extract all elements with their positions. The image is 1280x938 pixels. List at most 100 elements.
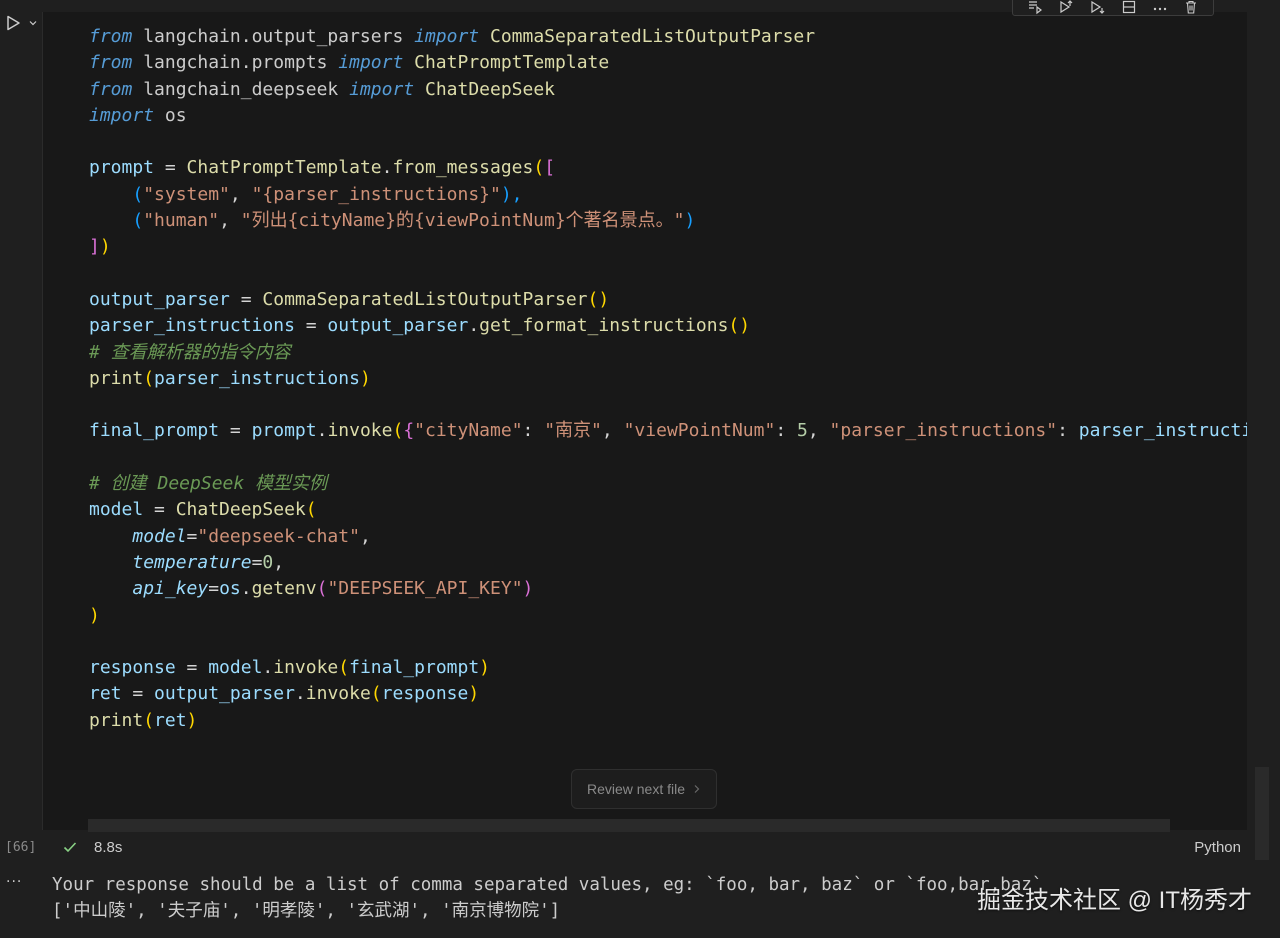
function-name: get_format_instructions [479, 315, 729, 337]
code-line: ]) [89, 234, 1247, 260]
code-line: ("system", "{parser_instructions}"), [89, 182, 1247, 208]
code-line: from langchain.prompts import ChatPrompt… [89, 50, 1247, 76]
bracket: ) [684, 210, 696, 232]
operator: = [175, 657, 209, 679]
variable: ret [154, 709, 187, 731]
code-line: ret = output_parser.invoke(response) [89, 681, 1247, 707]
language-selector[interactable]: Python [1194, 839, 1241, 856]
module-name: os [154, 104, 187, 126]
chevron-down-icon[interactable] [28, 18, 38, 28]
bracket: [ [544, 157, 556, 179]
cell-status-bar: [66] 8.8s Python [0, 834, 1280, 860]
punctuation: : [775, 420, 797, 442]
punctuation: , [273, 551, 285, 573]
string: "cityName" [414, 420, 523, 442]
variable: output_parser [89, 288, 230, 310]
keyword: from [89, 26, 133, 47]
output-actions-icon[interactable]: ··· [6, 874, 22, 890]
bracket: ( [132, 210, 144, 232]
variable: parser_instructions [89, 315, 295, 337]
bracket: ( [316, 578, 328, 600]
string: "deepseek-chat" [197, 525, 360, 547]
bracket: ), [500, 183, 523, 205]
code-line: # 查看解析器的指令内容 [89, 340, 1247, 366]
operator: . [316, 420, 328, 442]
operator: . [294, 683, 306, 705]
bracket: { [403, 420, 415, 442]
bracket: ( [370, 683, 382, 705]
chevron-right-icon [694, 785, 700, 793]
bracket: ( [143, 709, 155, 731]
module-name: langchain.prompts [132, 52, 339, 74]
punctuation: , [229, 183, 252, 205]
code-line: model = ChatDeepSeek( [89, 497, 1247, 523]
parameter: temperature [132, 551, 252, 573]
operator: = [143, 499, 176, 521]
cell-toolbar [1012, 0, 1214, 16]
number: 0 [262, 551, 274, 573]
code-line: ("human", "列出{cityName}的{viewPointNum}个著… [89, 208, 1247, 234]
variable: final_prompt [89, 420, 220, 442]
bracket: ( [392, 420, 404, 442]
execute-above-icon[interactable] [1056, 0, 1076, 15]
output-line: ['中山陵', '夫子庙', '明孝陵', '玄武湖', '南京博物院'] [52, 901, 561, 921]
code-line: prompt = ChatPromptTemplate.from_message… [89, 155, 1247, 181]
code-line: import os [89, 103, 1247, 129]
delete-icon[interactable] [1181, 0, 1201, 15]
execute-below-icon[interactable] [1087, 0, 1107, 15]
code-line: temperature=0, [89, 550, 1247, 576]
string: "viewPointNum" [623, 420, 776, 442]
horizontal-scrollbar[interactable] [88, 819, 1170, 832]
operator: = [121, 683, 155, 705]
code-line: response = model.invoke(final_prompt) [89, 655, 1247, 681]
operator: = [186, 525, 198, 547]
function-name: invoke [327, 420, 393, 442]
function-name: print [89, 367, 144, 389]
bracket: () [728, 315, 751, 337]
function-name: invoke [273, 657, 339, 679]
parameter: model [132, 525, 187, 547]
parameter: api_key [132, 578, 209, 600]
variable: model [208, 657, 263, 679]
run-cell-icon[interactable] [4, 14, 22, 32]
bracket: ) [99, 236, 111, 258]
run-by-line-icon[interactable] [1025, 0, 1045, 15]
variable: output_parser [154, 683, 295, 705]
variable: output_parser [327, 315, 469, 337]
code-line: final_prompt = prompt.invoke({"cityName"… [89, 418, 1247, 444]
output-text: Your response should be a list of comma … [52, 872, 1042, 924]
keyword: import [338, 52, 404, 74]
code-line: print(ret) [89, 708, 1247, 734]
code-line: parser_instructions = output_parser.get_… [89, 313, 1247, 339]
review-next-file-label: Review next file [586, 781, 686, 797]
class-name: ChatDeepSeek [175, 499, 306, 521]
code-content[interactable]: from langchain.output_parsers import Com… [89, 24, 1247, 734]
string: "南京" [544, 420, 602, 442]
variable: prompt [89, 157, 155, 179]
bracket: ) [522, 578, 534, 600]
function-name: from_messages [392, 157, 534, 179]
bracket: ] [89, 236, 100, 258]
operator: . [262, 657, 274, 679]
variable: parser_instructions [1078, 420, 1247, 442]
function-name: getenv [251, 578, 317, 600]
code-line: ) [89, 603, 1247, 629]
variable: model [89, 499, 144, 521]
output-line: Your response should be a list of comma … [52, 875, 1043, 895]
bracket: ( [305, 499, 317, 521]
code-editor[interactable]: from langchain.output_parsers import Com… [42, 12, 1247, 830]
code-line: print(parser_instructions) [89, 366, 1247, 392]
bracket: ) [186, 709, 198, 731]
review-next-file-button[interactable]: Review next file [571, 769, 717, 809]
class-name: CommaSeparatedListOutputParser [262, 288, 588, 310]
keyword: from [89, 52, 133, 74]
more-icon[interactable] [1150, 0, 1170, 15]
variable: parser_instructions [154, 367, 360, 389]
code-line: from langchain.output_parsers import Com… [89, 24, 1247, 50]
punctuation: : [522, 420, 545, 442]
string: "human" [143, 210, 220, 232]
split-cell-icon[interactable] [1119, 0, 1139, 15]
